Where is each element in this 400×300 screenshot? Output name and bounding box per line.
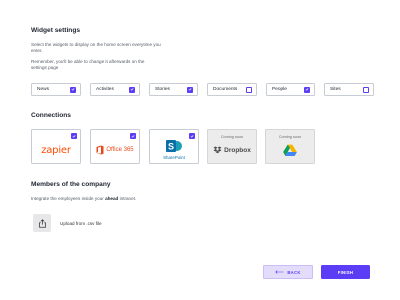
widget-checkbox-stories[interactable]	[187, 86, 193, 93]
check-icon	[72, 134, 76, 138]
office365-logo: Office 365	[91, 140, 139, 160]
google-drive-logo	[266, 140, 314, 160]
connections-title: Connections	[31, 112, 71, 119]
widget-chip-news[interactable]: News	[31, 83, 81, 96]
connection-checkbox-zapier[interactable]	[71, 133, 77, 139]
back-label: BACK	[287, 269, 301, 275]
widget-chip-stories[interactable]: Stories	[149, 83, 198, 96]
widget-checkbox-documents[interactable]	[246, 86, 252, 93]
connection-checkbox-office365[interactable]	[130, 133, 136, 139]
widget-settings-note: Remember, you'll be able to change it af…	[31, 59, 145, 71]
widget-label: Sites	[330, 87, 341, 92]
arrow-left-icon	[275, 270, 284, 274]
dropbox-logo: Dropbox	[208, 140, 256, 160]
widget-label: Documents	[213, 87, 238, 92]
widget-checkbox-news[interactable]	[70, 86, 76, 93]
finish-label: FINISH	[337, 269, 354, 275]
members-title: Members of the company	[31, 181, 111, 188]
widget-chip-activites[interactable]: Activites	[90, 83, 140, 96]
check-icon	[130, 88, 134, 91]
coming-soon-badge: Coming soon	[220, 135, 244, 139]
widget-chip-documents[interactable]: Documents	[207, 83, 257, 96]
connection-card-dropbox: Coming soon Dropbox	[207, 129, 257, 164]
check-icon	[188, 88, 192, 91]
members-description: Integrate the employees inside your ahea…	[31, 196, 137, 201]
upload-button[interactable]	[33, 214, 51, 232]
widget-label: Activites	[96, 87, 114, 92]
widget-chip-sites[interactable]: Sites	[324, 83, 374, 96]
widget-label: News	[37, 87, 49, 92]
widget-settings-title: Widget settings	[31, 27, 81, 34]
finish-button[interactable]: FINISH	[321, 265, 370, 279]
svg-text:S: S	[168, 141, 174, 151]
connection-card-zapier[interactable]: zapier	[31, 129, 81, 164]
dropbox-icon	[213, 146, 222, 154]
office-icon	[96, 145, 104, 155]
connection-card-google-drive: Coming soon	[265, 129, 315, 164]
widget-checkbox-sites[interactable]	[363, 86, 369, 93]
zapier-logo: zapier	[41, 144, 71, 156]
google-drive-icon	[283, 144, 297, 156]
check-icon	[305, 88, 309, 91]
coming-soon-badge: Coming soon	[278, 135, 302, 139]
widget-checkbox-people[interactable]	[304, 86, 310, 93]
upload-label: Upload from .csv file	[60, 221, 102, 226]
back-button[interactable]: BACK	[263, 265, 313, 279]
check-icon	[71, 88, 75, 91]
sharepoint-logo: S SharePoint	[150, 137, 198, 160]
check-icon	[131, 134, 135, 138]
connection-card-office365[interactable]: Office 365	[90, 129, 140, 164]
widget-settings-description: Select the widgets to display on the hom…	[31, 42, 161, 54]
connection-card-sharepoint[interactable]: S SharePoint	[149, 129, 199, 164]
upload-icon	[38, 218, 46, 228]
widget-chip-people[interactable]: People	[266, 83, 315, 96]
widget-checkbox-activites[interactable]	[129, 86, 135, 93]
widget-label: Stories	[155, 87, 170, 92]
widget-label: People	[272, 87, 287, 92]
sharepoint-icon: S	[166, 139, 182, 152]
